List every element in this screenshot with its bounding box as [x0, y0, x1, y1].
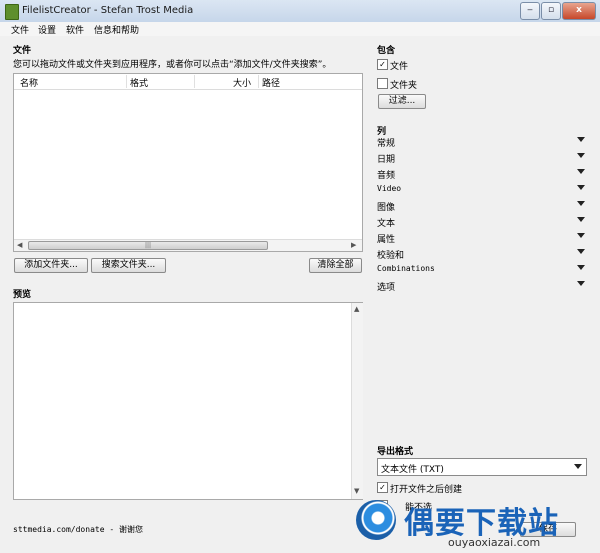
- column-divider: [258, 75, 259, 88]
- menu-help[interactable]: 信息和帮助: [94, 23, 139, 36]
- column-group-options[interactable]: 选项: [377, 278, 587, 294]
- window-title: FilelistCreator - Stefan Trost Media: [22, 5, 194, 16]
- dropdown-arrow-icon: [577, 281, 585, 286]
- column-group-label: 校验和: [377, 251, 405, 261]
- menu-file[interactable]: 文件: [11, 23, 29, 36]
- scroll-down-icon[interactable]: ▼: [354, 487, 359, 495]
- preview-area[interactable]: ▲ ▼: [13, 302, 363, 500]
- menu-bar: 文件 设置 软件 信息和帮助: [0, 22, 600, 36]
- scroll-left-icon[interactable]: ◀: [17, 241, 22, 249]
- files-hint: 您可以拖动文件或文件夹到应用程序，或者你可以点击“添加文件/文件夹搜索”。: [13, 60, 332, 70]
- column-group-label: Video: [377, 184, 402, 193]
- open-after-create-label: 打开文件之后创建: [390, 485, 463, 495]
- column-group-label: 日期: [377, 155, 396, 165]
- export-format-select[interactable]: 文本文件 (TXT): [377, 458, 587, 476]
- include-folders-checkbox[interactable]: [377, 78, 388, 89]
- preview-section-title: 预览: [13, 290, 32, 300]
- dropdown-arrow-icon: [577, 185, 585, 190]
- include-folders-label: 文件夹: [390, 81, 418, 91]
- column-group-combinations[interactable]: Combinations: [377, 262, 587, 278]
- watermark-url: ouyaoxiazai.com: [448, 536, 541, 549]
- column-path[interactable]: 路径: [262, 76, 280, 89]
- column-divider: [194, 75, 195, 88]
- column-group-label: 属性: [377, 235, 396, 245]
- column-group-label: 文本: [377, 219, 396, 229]
- column-group-label: Combinations: [377, 264, 435, 273]
- column-name[interactable]: 名称: [20, 76, 38, 89]
- search-folder-button[interactable]: 搜索文件夹...: [91, 258, 166, 273]
- column-group-attributes[interactable]: 属性: [377, 230, 587, 246]
- column-group-checksum[interactable]: 校验和: [377, 246, 587, 262]
- include-files-checkbox[interactable]: ✓: [377, 59, 388, 70]
- filter-button[interactable]: 过滤...: [378, 94, 426, 109]
- scroll-up-icon[interactable]: ▲: [354, 305, 359, 313]
- dropdown-arrow-icon: [577, 249, 585, 254]
- dropdown-arrow-icon: [577, 201, 585, 206]
- column-divider: [126, 75, 127, 88]
- scroll-thumb[interactable]: |||: [28, 241, 268, 250]
- watermark-logo: [356, 500, 396, 540]
- app-icon: [5, 4, 19, 20]
- column-group-date[interactable]: 日期: [377, 150, 587, 166]
- file-list-hscrollbar[interactable]: ◀ ||| ▶: [14, 239, 362, 251]
- scroll-right-icon[interactable]: ▶: [351, 241, 356, 249]
- column-group-image[interactable]: 图像: [377, 198, 587, 214]
- column-group-label: 音频: [377, 171, 396, 181]
- menu-settings[interactable]: 设置: [38, 23, 56, 36]
- minimize-button[interactable]: ‒: [520, 2, 540, 20]
- export-format-value: 文本文件 (TXT): [381, 465, 444, 475]
- column-format[interactable]: 格式: [130, 76, 148, 89]
- column-group-label: 图像: [377, 203, 396, 213]
- column-group-video[interactable]: Video: [377, 182, 587, 198]
- maximize-button[interactable]: ▫: [541, 2, 561, 20]
- column-group-label: 选项: [377, 283, 396, 293]
- column-group-text[interactable]: 文本: [377, 214, 587, 230]
- add-folder-button[interactable]: 添加文件夹...: [14, 258, 88, 273]
- file-list[interactable]: 名称 格式 大小 路径 ◀ ||| ▶: [13, 73, 363, 252]
- column-size[interactable]: 大小: [233, 76, 251, 89]
- menu-software[interactable]: 软件: [66, 23, 84, 36]
- column-group-general[interactable]: 常规: [377, 134, 587, 150]
- include-files-label: 文件: [390, 62, 409, 72]
- column-group-label: 常规: [377, 139, 396, 149]
- clear-all-button[interactable]: 清除全部: [309, 258, 362, 273]
- export-section-title: 导出格式: [377, 447, 414, 457]
- dropdown-arrow-icon: [577, 153, 585, 158]
- include-section-title: 包含: [377, 46, 396, 56]
- open-after-create-checkbox[interactable]: ✓: [377, 482, 388, 493]
- donate-link[interactable]: sttmedia.com/donate - 谢谢您: [13, 524, 143, 535]
- column-group-audio[interactable]: 音频: [377, 166, 587, 182]
- file-list-header: 名称 格式 大小 路径: [14, 74, 362, 90]
- dropdown-arrow-icon: [577, 265, 585, 270]
- dropdown-arrow-icon: [577, 137, 585, 142]
- title-bar: FilelistCreator - Stefan Trost Media ‒ ▫…: [0, 0, 600, 23]
- close-button[interactable]: x: [562, 2, 596, 20]
- preview-vscrollbar[interactable]: ▲ ▼: [351, 303, 363, 499]
- files-section-title: 文件: [13, 46, 32, 56]
- dropdown-arrow-icon: [577, 217, 585, 222]
- chevron-down-icon: [574, 464, 582, 469]
- dropdown-arrow-icon: [577, 233, 585, 238]
- dropdown-arrow-icon: [577, 169, 585, 174]
